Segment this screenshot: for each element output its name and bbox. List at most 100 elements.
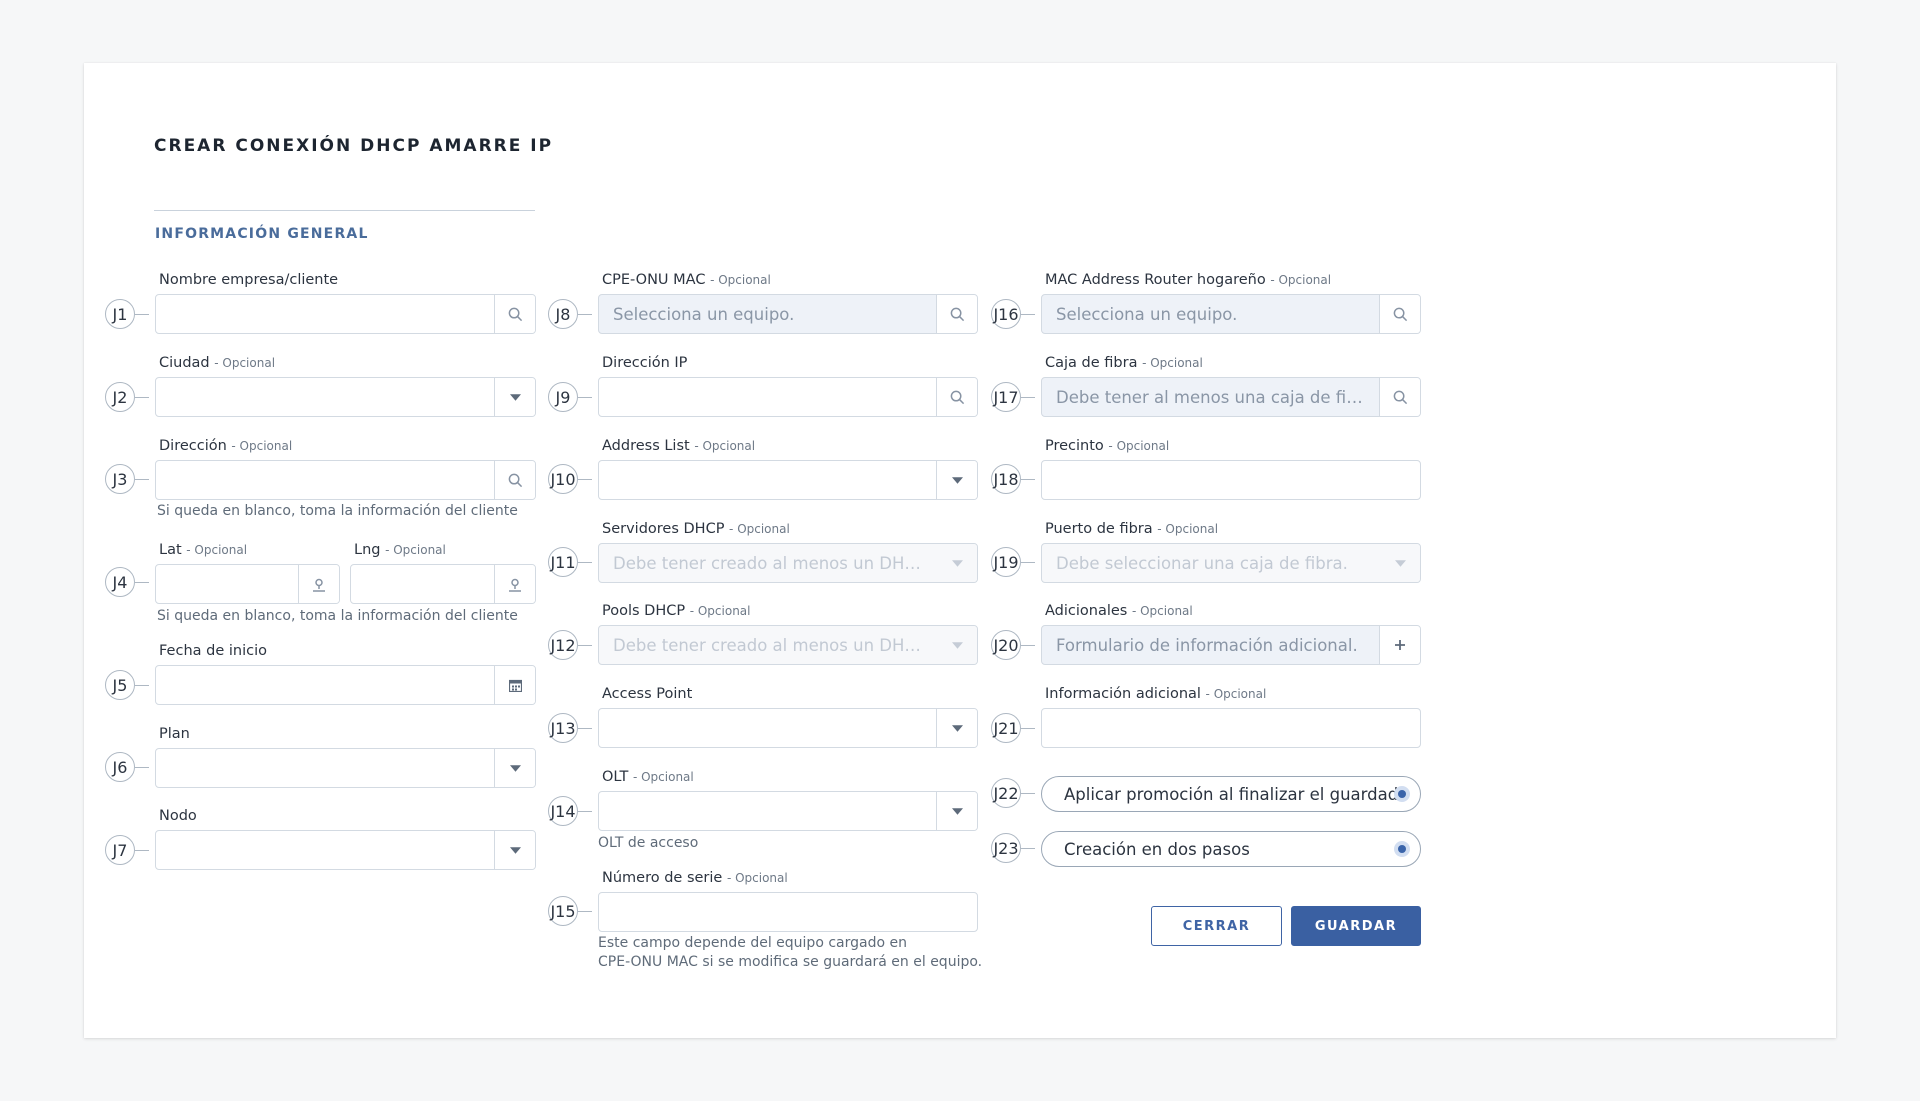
field-access-point: Access Point	[598, 686, 978, 748]
olt-select[interactable]	[598, 791, 978, 831]
caret-down-icon[interactable]	[936, 461, 977, 499]
marker-j4: J4	[105, 567, 149, 597]
caret-down-icon[interactable]	[937, 626, 977, 664]
search-icon[interactable]	[494, 295, 535, 333]
additional-info-input[interactable]	[1041, 708, 1421, 748]
marker-j16: J16	[991, 299, 1035, 329]
caret-down-icon[interactable]	[494, 378, 535, 416]
dhcp-pools-label: Pools DHCP - Opcional	[602, 603, 751, 619]
lng-input[interactable]	[350, 564, 536, 604]
field-plan: Plan	[155, 726, 536, 788]
marker-j17: J17	[991, 382, 1035, 412]
address-helper: Si queda en blanco, toma la información …	[157, 503, 518, 519]
field-fiber-box: Caja de fibra - Opcional Debe tener al m…	[1041, 355, 1421, 417]
serial-number-label: Número de serie - Opcional	[602, 870, 788, 886]
save-button[interactable]: GUARDAR	[1291, 906, 1421, 946]
page-title: CREAR CONEXIÓN DHCP AMARRE IP	[154, 136, 554, 156]
start-date-label: Fecha de inicio	[159, 643, 267, 659]
search-icon[interactable]	[936, 378, 977, 416]
field-additional-info: Información adicional - Opcional	[1041, 686, 1421, 748]
close-button[interactable]: CERRAR	[1151, 906, 1282, 946]
lng-label: Lng - Opcional	[354, 542, 446, 558]
field-start-date: Fecha de inicio	[155, 643, 536, 705]
city-select[interactable]	[155, 377, 536, 417]
marker-j22: J22	[991, 778, 1035, 808]
router-mac-input[interactable]: Selecciona un equipo.	[1041, 294, 1421, 334]
dhcp-servers-label: Servidores DHCP - Opcional	[602, 521, 790, 537]
olt-helper: OLT de acceso	[598, 835, 699, 851]
field-dhcp-pools: Pools DHCP - Opcional Debe tener creado …	[598, 603, 978, 665]
fiber-box-input[interactable]: Debe tener al menos una caja de fibra.	[1041, 377, 1421, 417]
caret-down-icon[interactable]	[494, 749, 535, 787]
marker-j1: J1	[105, 299, 149, 329]
dhcp-servers-select[interactable]: Debe tener creado al menos un DHCP Ser..…	[598, 543, 978, 583]
title-divider	[154, 210, 535, 211]
ip-address-label: Dirección IP	[602, 355, 688, 371]
cpe-onu-mac-label: CPE-ONU MAC - Opcional	[602, 272, 771, 288]
start-date-input[interactable]	[155, 665, 536, 705]
marker-j23: J23	[991, 833, 1035, 863]
map-pin-icon[interactable]	[494, 565, 535, 603]
client-name-label: Nombre empresa/cliente	[159, 272, 339, 288]
seal-input[interactable]	[1041, 460, 1421, 500]
cpe-onu-mac-input[interactable]: Selecciona un equipo.	[598, 294, 978, 334]
field-extras: Adicionales - Opcional Formulario de inf…	[1041, 603, 1421, 665]
section-title: INFORMACIÓN GENERAL	[155, 226, 369, 242]
marker-j14: J14	[548, 796, 592, 826]
two-step-creation-option[interactable]: Creación en dos pasos	[1041, 831, 1421, 867]
two-step-creation-label: Creación en dos pasos	[1064, 839, 1250, 859]
access-point-select[interactable]	[598, 708, 978, 748]
extras-input[interactable]: Formulario de información adicional.	[1041, 625, 1421, 665]
dhcp-pools-select[interactable]: Debe tener creado al menos un DHCP Poo..…	[598, 625, 978, 665]
marker-j6: J6	[105, 752, 149, 782]
apply-promotion-radio[interactable]	[1394, 786, 1410, 802]
map-pin-icon[interactable]	[298, 565, 339, 603]
lat-input[interactable]	[155, 564, 340, 604]
fiber-box-label: Caja de fibra - Opcional	[1045, 355, 1203, 371]
lat-label: Lat - Opcional	[159, 542, 248, 558]
address-label: Dirección - Opcional	[159, 438, 293, 454]
marker-j3: J3	[105, 464, 149, 494]
caret-down-icon[interactable]	[936, 709, 977, 747]
field-lat: Lat - Opcional	[155, 542, 340, 604]
marker-j15: J15	[548, 896, 592, 926]
field-city: Ciudad - Opcional	[155, 355, 536, 417]
address-list-select[interactable]	[598, 460, 978, 500]
field-dhcp-servers: Servidores DHCP - Opcional Debe tener cr…	[598, 521, 978, 583]
node-select[interactable]	[155, 830, 536, 870]
marker-j12: J12	[548, 630, 592, 660]
fiber-port-select[interactable]: Debe seleccionar una caja de fibra.	[1041, 543, 1421, 583]
client-name-input[interactable]	[155, 294, 536, 334]
field-router-mac: MAC Address Router hogareño - Opcional S…	[1041, 272, 1421, 334]
marker-j7: J7	[105, 835, 149, 865]
address-input[interactable]	[155, 460, 536, 500]
caret-down-icon[interactable]	[936, 792, 977, 830]
plan-select[interactable]	[155, 748, 536, 788]
olt-label: OLT - Opcional	[602, 769, 694, 785]
marker-j19: J19	[991, 547, 1035, 577]
serial-number-input[interactable]	[598, 892, 978, 932]
caret-down-icon[interactable]	[494, 831, 535, 869]
marker-j2: J2	[105, 382, 149, 412]
caret-down-icon[interactable]	[1380, 544, 1420, 582]
extras-label: Adicionales - Opcional	[1045, 603, 1193, 619]
search-icon[interactable]	[1379, 295, 1420, 333]
apply-promotion-label: Aplicar promoción al finalizar el guarda…	[1064, 784, 1409, 804]
field-fiber-port: Puerto de fibra - Opcional Debe seleccio…	[1041, 521, 1421, 583]
city-label: Ciudad - Opcional	[159, 355, 276, 371]
field-serial-number: Número de serie - Opcional	[598, 870, 978, 932]
calendar-icon[interactable]	[494, 666, 535, 704]
marker-j10: J10	[548, 464, 592, 494]
two-step-creation-radio[interactable]	[1394, 841, 1410, 857]
search-icon[interactable]	[494, 461, 535, 499]
search-icon[interactable]	[1379, 378, 1420, 416]
plus-icon[interactable]	[1379, 626, 1420, 664]
apply-promotion-option[interactable]: Aplicar promoción al finalizar el guarda…	[1041, 776, 1421, 812]
caret-down-icon[interactable]	[937, 544, 977, 582]
marker-j8: J8	[548, 299, 592, 329]
marker-j18: J18	[991, 464, 1035, 494]
field-address: Dirección - Opcional	[155, 438, 536, 500]
search-icon[interactable]	[936, 295, 977, 333]
serial-number-helper: Este campo depende del equipo cargado en…	[598, 935, 983, 970]
ip-address-input[interactable]	[598, 377, 978, 417]
